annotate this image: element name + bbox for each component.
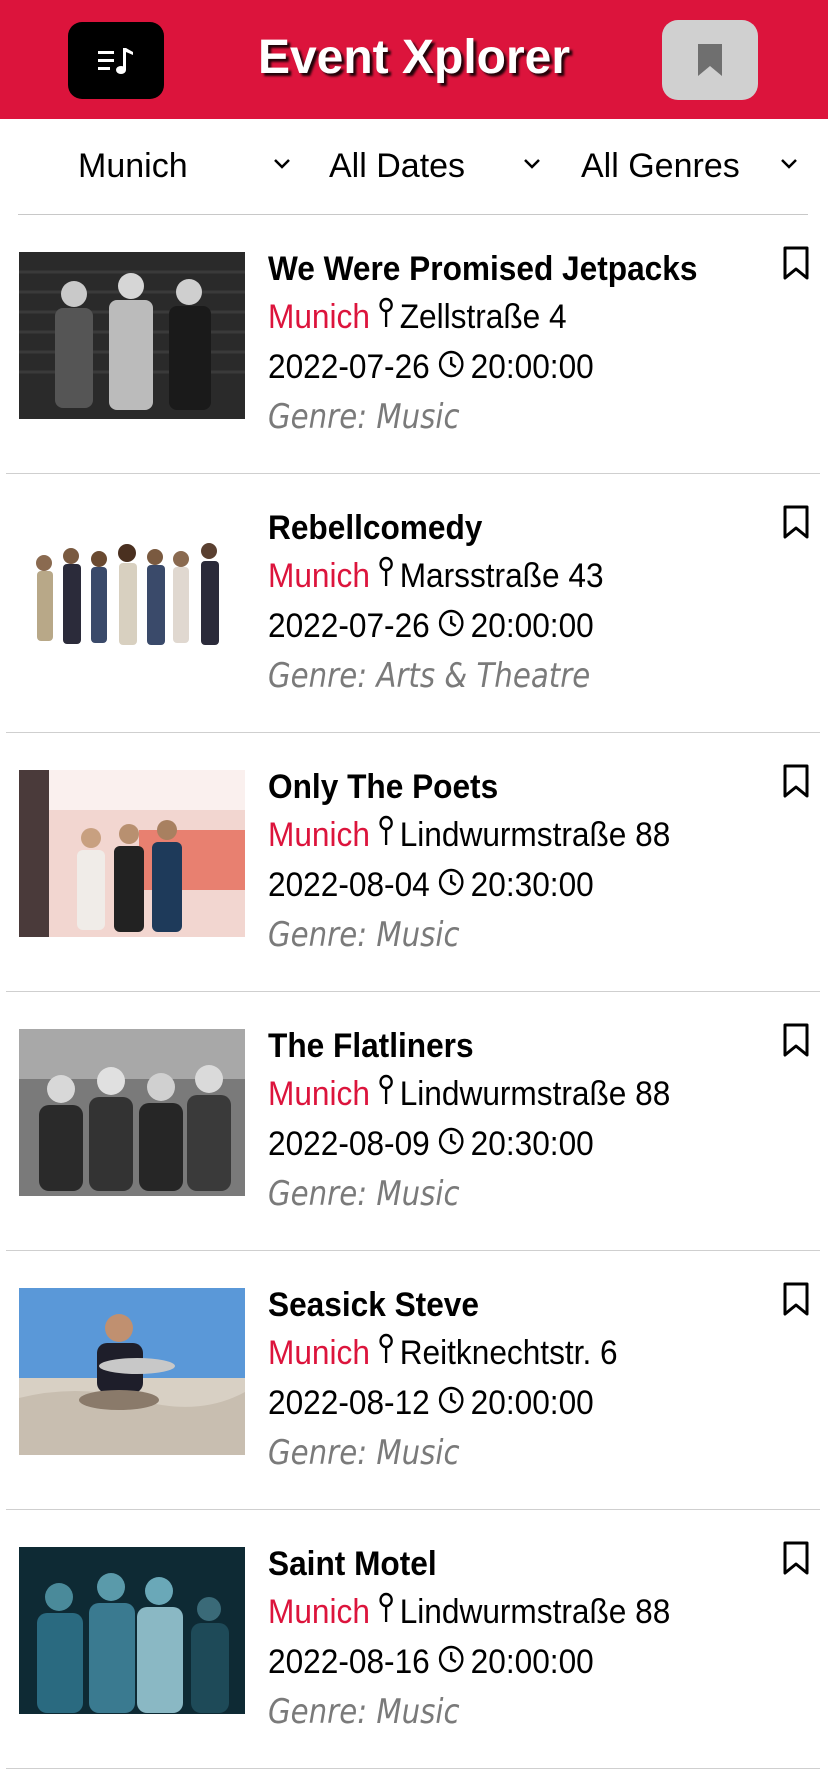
event-date: 2022-08-12 xyxy=(268,1384,430,1422)
location-pin-icon xyxy=(379,1592,393,1622)
event-city: Munich xyxy=(268,1075,370,1113)
event-image xyxy=(19,1288,245,1455)
event-time: 20:00:00 xyxy=(470,348,594,386)
event-image xyxy=(19,770,245,937)
event-address: Reitknechtstr. 6 xyxy=(399,1334,618,1372)
event-genre: Genre: Music xyxy=(268,1692,460,1732)
event-name: We Were Promised Jetpacks xyxy=(268,250,698,288)
event-city: Munich xyxy=(268,298,370,336)
clock-icon xyxy=(438,350,464,378)
event-genre: Genre: Music xyxy=(268,915,460,955)
chevron-down-icon xyxy=(781,159,797,169)
event-city: Munich xyxy=(268,1334,370,1372)
event-name: Saint Motel xyxy=(268,1545,437,1583)
saved-events-button[interactable] xyxy=(662,20,758,100)
city-filter-label: Munich xyxy=(78,147,188,185)
clock-icon xyxy=(438,1645,464,1673)
bookmark-outline-icon[interactable] xyxy=(782,1281,810,1317)
clock-icon xyxy=(438,1127,464,1155)
bookmark-outline-icon[interactable] xyxy=(782,245,810,281)
location-pin-icon xyxy=(379,556,393,586)
event-genre: Genre: Music xyxy=(268,1433,460,1473)
event-address: Lindwurmstraße 88 xyxy=(399,1075,671,1113)
event-name: Only The Poets xyxy=(268,768,499,806)
event-image xyxy=(19,252,245,419)
bookmark-outline-icon[interactable] xyxy=(782,504,810,540)
event-genre: Genre: Arts & Theatre xyxy=(268,656,591,696)
event-city: Munich xyxy=(268,557,370,595)
event-time: 20:30:00 xyxy=(470,866,594,904)
chevron-down-icon xyxy=(274,159,290,169)
location-pin-icon xyxy=(379,1074,393,1104)
event-name: The Flatliners xyxy=(268,1027,474,1065)
event-address: Lindwurmstraße 88 xyxy=(399,1593,671,1631)
event-date: 2022-08-04 xyxy=(268,866,430,904)
clock-icon xyxy=(438,609,464,637)
event-card[interactable]: Seasick Steve Munich Reitknechtstr. 6 202… xyxy=(6,1251,820,1510)
event-time: 20:30:00 xyxy=(470,1125,594,1163)
event-address: Lindwurmstraße 88 xyxy=(399,816,671,854)
event-image xyxy=(19,1029,245,1196)
location-pin-icon xyxy=(379,1333,393,1363)
event-date: 2022-07-26 xyxy=(268,348,430,386)
bookmark-outline-icon[interactable] xyxy=(782,1022,810,1058)
event-address: Marsstraße 43 xyxy=(399,557,604,595)
event-city: Munich xyxy=(268,1593,370,1631)
clock-icon xyxy=(438,868,464,896)
event-genre: Genre: Music xyxy=(268,1174,460,1214)
event-name: Seasick Steve xyxy=(268,1286,479,1324)
date-filter-label: All Dates xyxy=(329,147,466,185)
location-pin-icon xyxy=(379,815,393,845)
event-date: 2022-07-26 xyxy=(268,607,430,645)
event-image xyxy=(19,1547,245,1714)
bookmark-outline-icon[interactable] xyxy=(782,763,810,799)
genre-filter[interactable]: All Genres xyxy=(581,119,805,214)
city-filter[interactable]: Munich xyxy=(78,119,298,214)
app-header: Event Xplorer xyxy=(0,0,828,119)
filter-bar: Munich All Dates All Genres xyxy=(18,119,808,215)
event-date: 2022-08-16 xyxy=(268,1643,430,1681)
event-card[interactable]: Only The Poets Munich Lindwurmstraße 88 2… xyxy=(6,733,820,992)
event-card[interactable]: The Flatliners Munich Lindwurmstraße 88 2… xyxy=(6,992,820,1251)
date-filter[interactable]: All Dates xyxy=(329,119,549,214)
event-address: Zellstraße 4 xyxy=(399,298,567,336)
location-pin-icon xyxy=(379,297,393,327)
clock-icon xyxy=(438,1386,464,1414)
bookmark-outline-icon[interactable] xyxy=(782,1540,810,1576)
event-time: 20:00:00 xyxy=(470,1384,594,1422)
event-card[interactable]: Saint Motel Munich Lindwurmstraße 88 2022… xyxy=(6,1510,820,1769)
event-city: Munich xyxy=(268,816,370,854)
event-name: Rebellcomedy xyxy=(268,509,483,547)
genre-filter-label: All Genres xyxy=(581,147,740,185)
event-time: 20:00:00 xyxy=(470,1643,594,1681)
event-list: We Were Promised Jetpacks Munich Zellstra… xyxy=(0,215,828,1769)
event-time: 20:00:00 xyxy=(470,607,594,645)
event-card[interactable]: Rebellcomedy Munich Marsstraße 43 2022-07… xyxy=(6,474,820,733)
event-card[interactable]: We Were Promised Jetpacks Munich Zellstra… xyxy=(6,215,820,474)
event-genre: Genre: Music xyxy=(268,397,460,437)
event-image xyxy=(19,511,245,678)
bookmark-icon xyxy=(698,44,722,76)
event-date: 2022-08-09 xyxy=(268,1125,430,1163)
chevron-down-icon xyxy=(524,159,540,169)
